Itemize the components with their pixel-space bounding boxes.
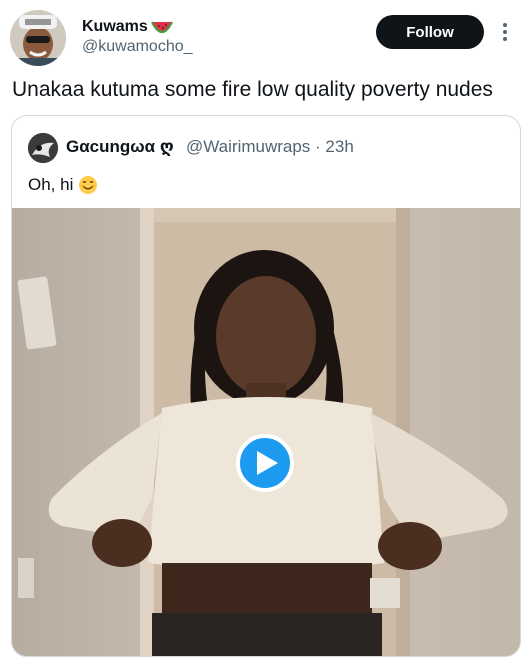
author-avatar[interactable] (10, 10, 66, 66)
quoted-author-avatar[interactable] (28, 133, 58, 163)
quoted-post[interactable]: Gαcungωα ღ @Wairimuwraps · 23h Oh, hi (11, 115, 521, 657)
play-button[interactable] (236, 434, 294, 492)
watermelon-icon (150, 21, 173, 34)
post-header: Kuwams @kuwamocho_ Follow (0, 0, 529, 72)
author-handle[interactable]: @kuwamocho_ (82, 38, 193, 56)
author-name-text: Kuwams (82, 18, 148, 35)
more-vertical-icon[interactable] (498, 18, 512, 46)
video-thumbnail[interactable] (12, 208, 520, 656)
post-text: Unakaa kutuma some fire low quality pove… (12, 78, 493, 101)
video-frame (12, 208, 520, 656)
quoted-text: Oh, hi (28, 175, 74, 194)
smiling-face-icon (79, 176, 98, 194)
quoted-author-meta[interactable]: @Wairimuwraps · 23h (186, 137, 354, 157)
quoted-text-row: Oh, hi (28, 175, 98, 195)
quoted-author-name[interactable]: Gαcungωα ღ (66, 137, 174, 157)
play-icon (257, 451, 278, 475)
follow-button[interactable]: Follow (376, 15, 484, 49)
author-name[interactable]: Kuwams (82, 18, 173, 36)
